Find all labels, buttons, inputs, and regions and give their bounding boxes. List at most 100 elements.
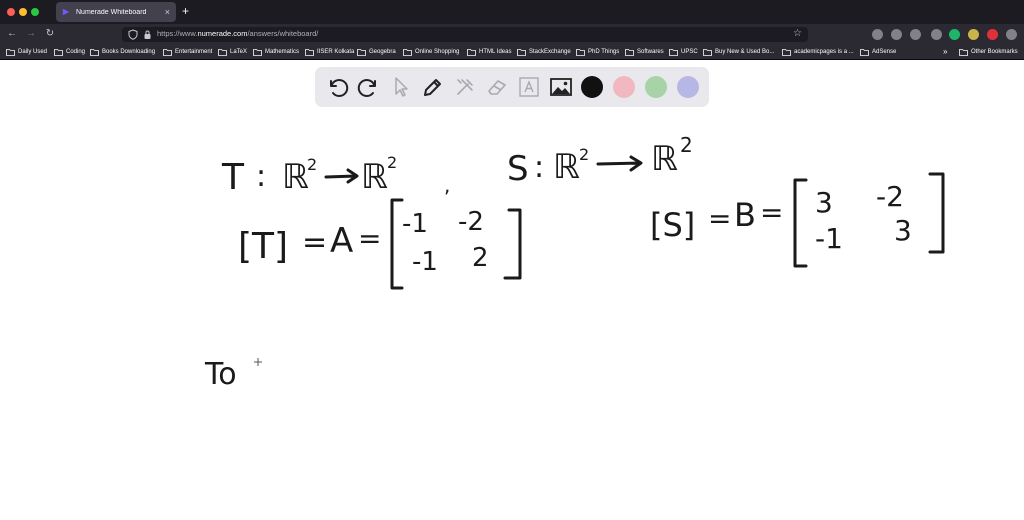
handwritten-colon: : bbox=[534, 150, 544, 185]
handwritten-domain-r: ℝ bbox=[282, 157, 309, 197]
extension-yellow-icon[interactable] bbox=[968, 29, 979, 40]
bookmark-label: Other Bookmarks bbox=[971, 49, 1018, 55]
matrix-a-cell: -1 bbox=[412, 247, 438, 277]
handwritten-colon: : bbox=[256, 159, 266, 194]
forward-icon[interactable]: → bbox=[24, 27, 38, 41]
handwritten-exponent: 2 bbox=[680, 133, 693, 157]
extension-green-icon[interactable] bbox=[949, 29, 960, 40]
bookmark-item[interactable]: IISER Kolkata bbox=[305, 47, 354, 57]
handwritten-equals: = bbox=[760, 196, 783, 229]
url-text[interactable]: https://www.numerade.com/answers/whitebo… bbox=[157, 29, 318, 38]
matrix-a-cell: 2 bbox=[472, 243, 489, 273]
whiteboard-ink-layer: T : ℝ 2 ℝ 2 , S : ℝ 2 ℝ 2 [T] = A = -1 -… bbox=[204, 133, 945, 392]
handwritten-exponent: 2 bbox=[579, 145, 589, 164]
bookmark-item[interactable]: LaTeX bbox=[218, 47, 247, 57]
handwritten-equals: = bbox=[708, 202, 731, 235]
bookmark-label: UPSC bbox=[681, 49, 698, 55]
back-icon[interactable]: ← bbox=[5, 27, 19, 41]
matrix-left-bracket bbox=[793, 178, 808, 268]
bookmark-item[interactable]: Daily Used bbox=[6, 47, 47, 57]
abp-icon[interactable] bbox=[987, 29, 998, 40]
tracking-shield-icon[interactable] bbox=[128, 29, 138, 40]
folder-icon bbox=[625, 48, 634, 56]
bookmark-label: Mathematics bbox=[265, 49, 300, 55]
tab-title: Numerade Whiteboard bbox=[76, 8, 147, 16]
whiteboard-canvas[interactable]: T : ℝ 2 ℝ 2 , S : ℝ 2 ℝ 2 [T] = A = -1 -… bbox=[0, 60, 1024, 520]
bookmark-item[interactable]: UPSC bbox=[669, 47, 698, 57]
bookmark-item[interactable]: Online Shopping bbox=[403, 47, 459, 57]
folder-icon bbox=[467, 48, 476, 56]
extension-lock-icon[interactable] bbox=[931, 29, 942, 40]
bookmark-star-icon[interactable]: ☆ bbox=[793, 28, 802, 40]
tab-numerade-whiteboard[interactable]: Numerade Whiteboard × bbox=[56, 2, 176, 22]
bookmark-item[interactable]: academicpages is a ... bbox=[782, 47, 854, 57]
color-swatch[interactable] bbox=[645, 76, 667, 98]
handwritten-arrow bbox=[596, 155, 643, 172]
select-icon bbox=[395, 77, 408, 97]
select-tool-button[interactable] bbox=[389, 75, 413, 99]
bookmark-other-bookmarks[interactable]: Other Bookmarks bbox=[959, 47, 1018, 57]
bookmark-item[interactable]: AdSense bbox=[860, 47, 896, 57]
undo-button[interactable] bbox=[325, 75, 349, 99]
eraser-tool-button[interactable] bbox=[485, 75, 509, 99]
bookmark-item[interactable]: PhD Things bbox=[576, 47, 619, 57]
bookmark-label: academicpages is a ... bbox=[794, 49, 854, 55]
bookmarks-overflow-icon[interactable]: » bbox=[943, 47, 947, 57]
bookmark-label: Softwares bbox=[637, 49, 664, 55]
folder-icon bbox=[54, 48, 63, 56]
puzzle-icon[interactable] bbox=[1006, 29, 1017, 40]
handwritten-b: B bbox=[734, 196, 756, 234]
matrix-b-cell: -1 bbox=[815, 222, 843, 255]
bookmark-item[interactable]: StackExchange bbox=[517, 47, 571, 57]
matrix-left-bracket bbox=[390, 198, 404, 290]
reload-icon[interactable]: ↻ bbox=[43, 27, 57, 41]
close-window-button[interactable] bbox=[7, 8, 15, 16]
bookmark-item[interactable]: Buy New & Used Bo... bbox=[703, 47, 774, 57]
color-swatch[interactable] bbox=[613, 76, 635, 98]
bookmark-item[interactable]: Coding bbox=[54, 47, 85, 57]
tab-close-icon[interactable]: × bbox=[165, 7, 170, 17]
bookmark-item[interactable]: Geogebra bbox=[357, 47, 396, 57]
crosshair-cursor-icon bbox=[254, 358, 262, 366]
matrix-b-cell: 3 bbox=[815, 186, 833, 219]
color-swatch[interactable] bbox=[677, 76, 699, 98]
tools-button[interactable] bbox=[453, 75, 477, 99]
screenshot-icon[interactable] bbox=[910, 29, 921, 40]
download-icon[interactable] bbox=[891, 29, 902, 40]
bookmark-label: HTML Ideas bbox=[479, 49, 512, 55]
folder-icon bbox=[6, 48, 15, 56]
minimize-window-button[interactable] bbox=[19, 8, 27, 16]
lock-icon[interactable] bbox=[143, 29, 152, 40]
pen-icon bbox=[424, 79, 441, 96]
matrix-a-cell: -1 bbox=[402, 209, 428, 239]
bookmark-item[interactable]: Books Downloading bbox=[90, 47, 155, 57]
bookmark-label: Buy New & Used Bo... bbox=[715, 49, 775, 55]
bookmark-label: Daily Used bbox=[18, 49, 48, 55]
bookmark-label: IISER Kolkata bbox=[317, 49, 355, 55]
bookmark-item[interactable]: Softwares bbox=[625, 47, 664, 57]
folder-icon bbox=[669, 48, 678, 56]
folder-icon bbox=[959, 48, 968, 56]
handwritten-domain-r: ℝ bbox=[553, 147, 580, 187]
image-tool-button[interactable] bbox=[549, 75, 573, 99]
pen-tool-button[interactable] bbox=[421, 75, 445, 99]
bookmark-label: Entertainment bbox=[175, 49, 213, 55]
folder-icon bbox=[253, 48, 262, 56]
bookmark-item[interactable]: Mathematics bbox=[253, 47, 299, 57]
url-bar[interactable]: https://www.numerade.com/answers/whitebo… bbox=[122, 27, 808, 42]
bookmark-item[interactable]: HTML Ideas bbox=[467, 47, 511, 57]
bookmark-label: Books Downloading bbox=[102, 49, 156, 55]
new-tab-icon[interactable]: + bbox=[182, 5, 189, 17]
pocket-icon[interactable] bbox=[872, 29, 883, 40]
bookmark-item[interactable]: Entertainment bbox=[163, 47, 212, 57]
folder-icon bbox=[517, 48, 526, 56]
matrix-b-cell: -2 bbox=[876, 180, 904, 213]
color-swatch[interactable] bbox=[581, 76, 603, 98]
handwritten-composition: To bbox=[204, 357, 237, 392]
folder-icon bbox=[163, 48, 172, 56]
text-tool-button[interactable] bbox=[517, 75, 541, 99]
redo-button[interactable] bbox=[357, 75, 381, 99]
handwritten-arrow bbox=[324, 168, 359, 184]
handwritten-exponent: 2 bbox=[387, 153, 397, 172]
maximize-window-button[interactable] bbox=[31, 8, 39, 16]
